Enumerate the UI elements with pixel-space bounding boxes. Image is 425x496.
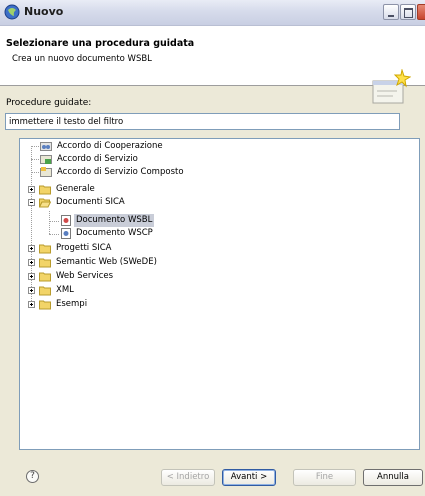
wizards-label: Procedure guidate: — [6, 98, 92, 108]
tree-item-label: Accordo di Servizio Composto — [57, 167, 184, 177]
tree-item-label: Accordo di Cooperazione — [57, 141, 163, 151]
wizard-header: Selezionare una procedura guidata Crea u… — [0, 26, 425, 104]
tree-item-label: Esempi — [56, 299, 88, 309]
tree-item-xml[interactable]: XML — [28, 284, 228, 297]
tree-item-label: Progetti SICA — [56, 243, 112, 253]
next-button[interactable]: Avanti > — [222, 469, 276, 486]
collapse-icon[interactable] — [28, 199, 35, 206]
tree-item-label: Generale — [56, 184, 95, 194]
tree-item-label: Documento WSCP — [76, 228, 153, 238]
document-icon — [61, 228, 71, 239]
app-icon — [4, 4, 20, 20]
maximize-button[interactable] — [400, 4, 416, 20]
filter-input[interactable] — [5, 113, 400, 130]
tree-item-label: Semantic Web (SWeDE) — [56, 257, 157, 267]
close-button[interactable] — [417, 4, 425, 20]
expand-icon[interactable] — [28, 186, 35, 193]
folder-icon — [39, 258, 51, 268]
tree-item-documento-wscp[interactable]: Documento WSCP — [60, 227, 260, 240]
tree-item-documento-wsbl[interactable]: Documento WSBL — [60, 214, 260, 227]
folder-icon — [39, 272, 51, 282]
help-icon[interactable]: ? — [26, 470, 39, 483]
wizard-description: Crea un nuovo documento WSBL — [12, 54, 152, 64]
tree-item-esempi[interactable]: Esempi — [28, 298, 228, 311]
folder-open-icon — [39, 198, 51, 208]
finish-button[interactable]: Fine — [293, 469, 356, 486]
tree-item-web-services[interactable]: Web Services — [28, 270, 228, 283]
expand-icon[interactable] — [28, 259, 35, 266]
expand-icon[interactable] — [28, 273, 35, 280]
cooperation-agreement-icon — [40, 142, 52, 151]
back-button[interactable]: < Indietro — [161, 469, 215, 486]
minimize-button[interactable] — [383, 4, 399, 20]
wizard-graphic-icon — [372, 69, 411, 104]
tree-item-documenti-sica[interactable]: Documenti SICA — [28, 196, 228, 209]
tree-item-label: XML — [56, 285, 74, 295]
folder-icon — [39, 286, 51, 296]
expand-icon[interactable] — [28, 287, 35, 294]
tree-item-semantic-web[interactable]: Semantic Web (SWeDE) — [28, 256, 228, 269]
folder-icon — [39, 300, 51, 310]
tree-item-generale[interactable]: Generale — [28, 183, 228, 196]
tree-item-label: Web Services — [56, 271, 114, 281]
tree-item-accordo-servizio[interactable]: Accordo di Servizio — [40, 153, 240, 166]
composite-service-agreement-icon — [40, 167, 52, 177]
tree-item-label: Accordo di Servizio — [57, 154, 138, 164]
service-agreement-icon — [40, 155, 52, 164]
wizard-title: Selezionare una procedura guidata — [6, 38, 195, 49]
folder-icon — [39, 244, 51, 254]
wizard-tree[interactable]: Accordo di Cooperazione Accordo di Servi… — [19, 138, 420, 450]
tree-item-label: Documento WSBL — [74, 214, 155, 227]
tree-item-progetti-sica[interactable]: Progetti SICA — [28, 242, 228, 255]
cancel-button[interactable]: Annulla — [363, 469, 423, 486]
document-icon — [61, 215, 71, 226]
tree-item-accordo-cooperazione[interactable]: Accordo di Cooperazione — [40, 140, 240, 153]
folder-icon — [39, 185, 51, 195]
tree-item-label: Documenti SICA — [56, 197, 125, 207]
tree-item-accordo-servizio-composto[interactable]: Accordo di Servizio Composto — [40, 166, 240, 179]
title-bar: Nuovo — [0, 0, 425, 26]
window-title: Nuovo — [24, 5, 64, 18]
expand-icon[interactable] — [28, 301, 35, 308]
expand-icon[interactable] — [28, 245, 35, 252]
